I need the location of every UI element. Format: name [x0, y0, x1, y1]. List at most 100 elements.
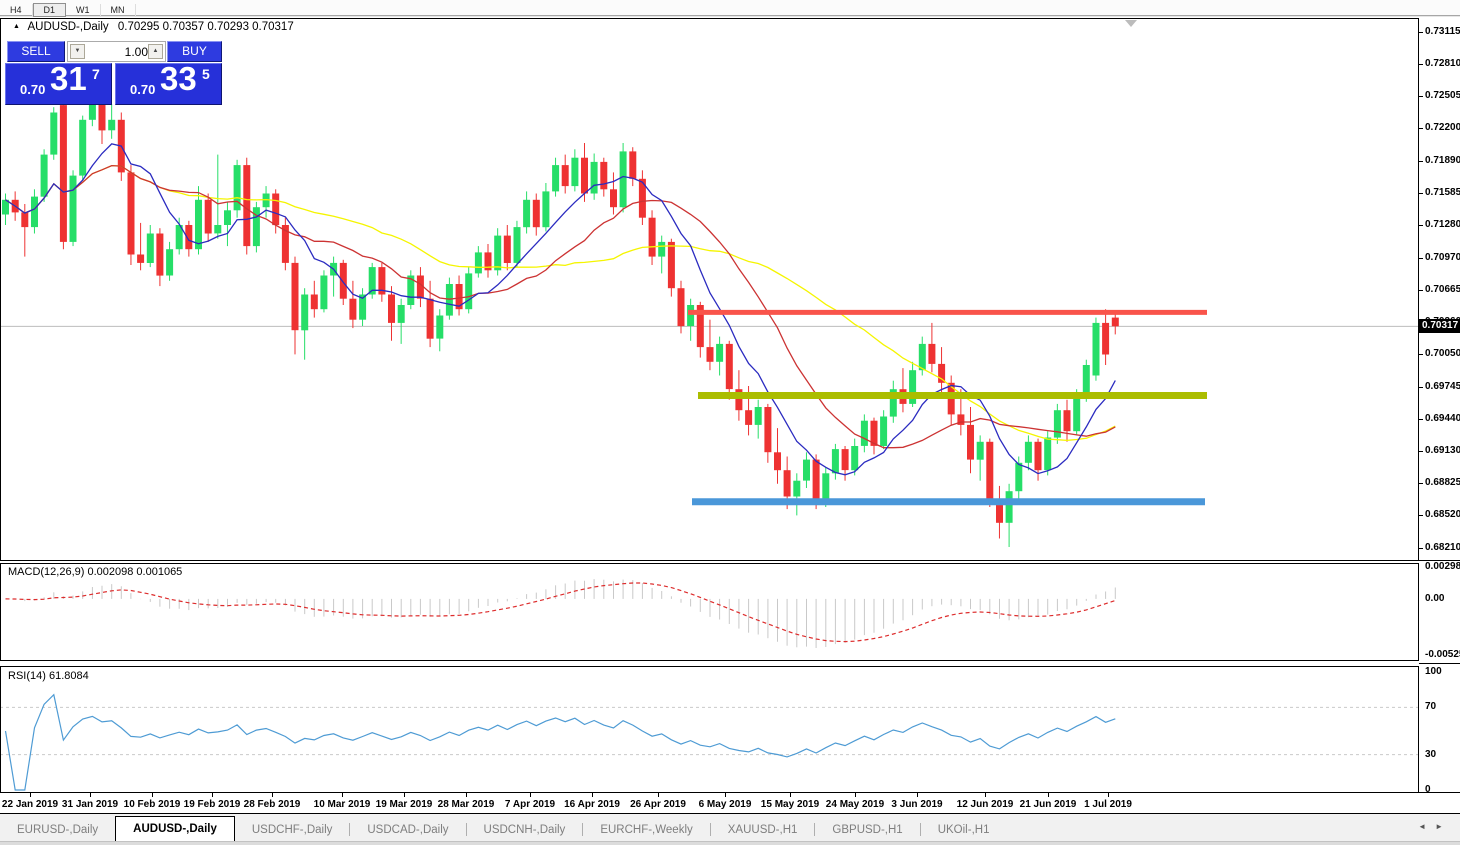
date-tick — [1048, 793, 1049, 797]
price-axis-label: 0.68520 — [1425, 509, 1460, 521]
chart-shift-marker-icon[interactable] — [1125, 20, 1137, 27]
sell-price-panel[interactable]: 0.70 31 7 — [5, 63, 112, 105]
buy-button[interactable]: BUY — [167, 41, 222, 62]
price-axis-label: 0.70050 — [1425, 348, 1460, 360]
date-tick — [855, 793, 856, 797]
price-axis-label: 0.68210 — [1425, 542, 1460, 554]
price-axis-tick — [1419, 515, 1423, 516]
timeframe-toolbar: H4D1W1MN — [0, 0, 1460, 16]
timeframe-button-mn[interactable]: MN — [101, 4, 136, 17]
date-label[interactable]: 21 Jun 2019 — [1020, 799, 1077, 810]
tab-audusd-daily[interactable]: AUDUSD-,Daily — [115, 816, 235, 841]
macd-axis-label: -0.005256 — [1425, 649, 1460, 661]
price-axis-tick — [1419, 290, 1423, 291]
date-label[interactable]: 26 Apr 2019 — [630, 799, 686, 810]
tab-eurusd-daily[interactable]: EURUSD-,Daily — [0, 819, 115, 841]
timeframe-button-h4[interactable]: H4 — [0, 4, 33, 17]
date-label[interactable]: 6 May 2019 — [699, 799, 752, 810]
date-tick — [404, 793, 405, 797]
date-label[interactable]: 22 Jan 2019 — [2, 799, 58, 810]
tab-scroll-left-icon[interactable]: ◄ — [1418, 822, 1435, 831]
price-axis-tick — [1419, 548, 1423, 549]
tab-xauusd-h1[interactable]: XAUUSD-,H1 — [711, 819, 815, 841]
macd-signal-line — [6, 583, 1116, 642]
tab-scroll-right-icon[interactable]: ► — [1435, 822, 1452, 831]
timeframe-button-w1[interactable]: W1 — [66, 4, 101, 17]
date-tick — [592, 793, 593, 797]
date-label[interactable]: 28 Mar 2019 — [438, 799, 495, 810]
price-axis-tick — [1419, 451, 1423, 452]
collapse-panel-icon[interactable]: ▲ — [13, 23, 20, 30]
date-tick — [90, 793, 91, 797]
date-tick — [466, 793, 467, 797]
date-tick — [985, 793, 986, 797]
rsi-chart[interactable] — [0, 666, 1418, 792]
date-label[interactable]: 1 Jul 2019 — [1084, 799, 1132, 810]
mt4-window: H4D1W1MN ▲ AUDUSD-,Daily 0.70295 0.70357… — [0, 0, 1460, 845]
macd-histogram — [6, 579, 1116, 648]
price-axis-label: 0.73115 — [1425, 26, 1460, 38]
price-axis-tick — [1419, 193, 1423, 194]
tab-usdcad-daily[interactable]: USDCAD-,Daily — [350, 819, 465, 841]
buy-price-panel[interactable]: 0.70 33 5 — [115, 63, 222, 105]
date-label[interactable]: 10 Mar 2019 — [314, 799, 371, 810]
axis-divider — [1419, 792, 1460, 793]
volume-decrease-button[interactable]: ▼ — [70, 44, 85, 59]
chart-ohlc-values: 0.70295 0.70357 0.70293 0.70317 — [118, 21, 294, 33]
timeframe-button-d1[interactable]: D1 — [33, 3, 67, 17]
macd-axis-label: 0.00 — [1425, 593, 1444, 605]
tab-usdcnh-daily[interactable]: USDCNH-,Daily — [467, 819, 583, 841]
sell-price-big: 31 — [50, 60, 87, 98]
sell-button[interactable]: SELL — [7, 41, 65, 62]
price-axis-tick — [1419, 96, 1423, 97]
tab-scroll-arrows: ◄► — [1418, 822, 1452, 831]
date-label[interactable]: 15 May 2019 — [761, 799, 819, 810]
date-tick — [272, 793, 273, 797]
date-label[interactable]: 19 Feb 2019 — [184, 799, 241, 810]
date-tick — [152, 793, 153, 797]
date-label[interactable]: 3 Jun 2019 — [891, 799, 942, 810]
date-label[interactable]: 31 Jan 2019 — [62, 799, 118, 810]
price-axis-label: 0.72810 — [1425, 58, 1460, 70]
macd-axis-label: 0.002984 — [1425, 561, 1460, 573]
tab-usdchf-daily[interactable]: USDCHF-,Daily — [235, 819, 350, 841]
date-label[interactable]: 19 Mar 2019 — [376, 799, 433, 810]
macd-chart[interactable] — [0, 563, 1418, 660]
rsi-axis-label: 100 — [1425, 666, 1442, 678]
price-axis-tick — [1419, 128, 1423, 129]
price-axis-label: 0.69745 — [1425, 381, 1460, 393]
tab-ukoil-h1[interactable]: UKOil-,H1 — [921, 819, 1007, 841]
price-axis-tick — [1419, 161, 1423, 162]
rsi-label: RSI(14) 61.8084 — [8, 670, 89, 682]
date-label[interactable]: 12 Jun 2019 — [957, 799, 1014, 810]
buy-price-big: 33 — [160, 60, 197, 98]
volume-input[interactable] — [86, 42, 150, 61]
date-label[interactable]: 7 Apr 2019 — [505, 799, 555, 810]
price-axis-label: 0.72505 — [1425, 90, 1460, 102]
current-price-tag: 0.70317 — [1419, 319, 1460, 333]
date-label[interactable]: 24 May 2019 — [826, 799, 884, 810]
tab-eurchf-weekly[interactable]: EURCHF-,Weekly — [583, 819, 709, 841]
rsi-axis-label: 30 — [1425, 749, 1436, 761]
price-axis[interactable]: 0.731150.728100.725050.722000.718900.715… — [1419, 18, 1460, 792]
axis-divider — [1419, 560, 1460, 561]
price-axis-label: 0.70970 — [1425, 252, 1460, 264]
date-tick — [790, 793, 791, 797]
price-axis-label: 0.71890 — [1425, 155, 1460, 167]
price-axis-label: 0.69440 — [1425, 413, 1460, 425]
sell-price-pip: 7 — [92, 66, 100, 82]
date-label[interactable]: 10 Feb 2019 — [124, 799, 181, 810]
date-tick — [30, 793, 31, 797]
tab-gbpusd-h1[interactable]: GBPUSD-,H1 — [815, 819, 919, 841]
price-axis-label: 0.71585 — [1425, 187, 1460, 199]
sell-price-prefix: 0.70 — [20, 82, 45, 97]
volume-increase-button[interactable]: ▲ — [148, 44, 163, 59]
price-axis-tick — [1419, 354, 1423, 355]
price-axis-label: 0.68825 — [1425, 477, 1460, 489]
date-label[interactable]: 16 Apr 2019 — [564, 799, 620, 810]
volume-box: ▼ ▲ — [67, 41, 166, 62]
price-axis-tick — [1419, 483, 1423, 484]
date-tick — [725, 793, 726, 797]
date-tick — [1108, 793, 1109, 797]
date-label[interactable]: 28 Feb 2019 — [244, 799, 301, 810]
